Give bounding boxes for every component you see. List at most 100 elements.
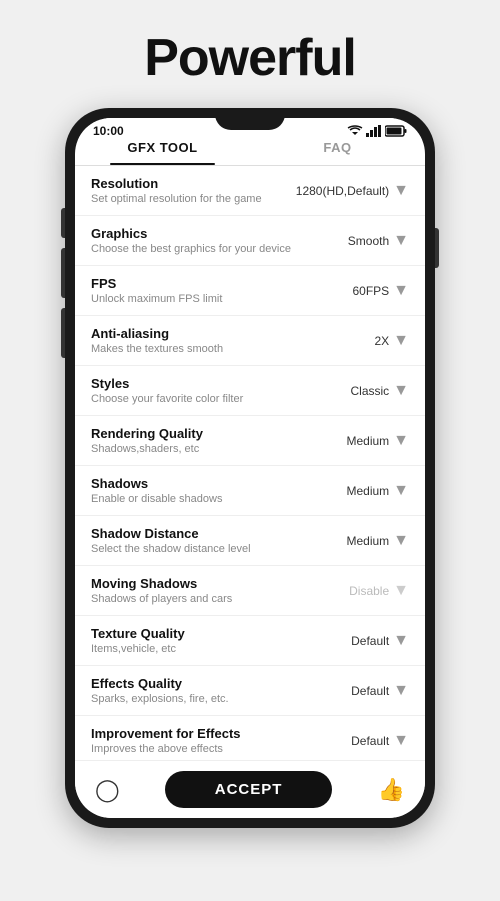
chevron-icon-styles: ▼ bbox=[393, 382, 409, 400]
setting-value-shadow-distance: Medium ▼ bbox=[346, 532, 409, 550]
setting-desc-fps: Unlock maximum FPS limit bbox=[91, 293, 344, 305]
setting-info-rendering-quality: Rendering Quality Shadows,shaders, etc bbox=[91, 426, 346, 455]
setting-desc-resolution: Set optimal resolution for the game bbox=[91, 193, 288, 205]
setting-value-improvement-effects: Default ▼ bbox=[351, 732, 409, 750]
setting-value-graphics: Smooth ▼ bbox=[348, 232, 409, 250]
setting-info-anti-aliasing: Anti-aliasing Makes the textures smooth bbox=[91, 326, 374, 355]
setting-value-text-moving-shadows: Disable bbox=[349, 584, 389, 598]
setting-info-graphics: Graphics Choose the best graphics for you… bbox=[91, 226, 348, 255]
chevron-icon-graphics: ▼ bbox=[393, 232, 409, 250]
setting-desc-improvement-effects: Improves the above effects bbox=[91, 743, 343, 755]
chevron-icon-resolution: ▼ bbox=[393, 182, 409, 200]
side-button-left-3 bbox=[61, 308, 65, 358]
setting-value-text-shadows: Medium bbox=[346, 484, 389, 498]
side-button-left-1 bbox=[61, 208, 65, 238]
setting-info-effects-quality: Effects Quality Sparks, explosions, fire,… bbox=[91, 676, 351, 705]
setting-value-text-resolution: 1280(HD,Default) bbox=[296, 184, 389, 198]
setting-desc-moving-shadows: Shadows of players and cars bbox=[91, 593, 341, 605]
setting-info-fps: FPS Unlock maximum FPS limit bbox=[91, 276, 352, 305]
setting-value-moving-shadows: Disable ▼ bbox=[349, 582, 409, 600]
setting-info-shadows: Shadows Enable or disable shadows bbox=[91, 476, 346, 505]
chevron-icon-moving-shadows: ▼ bbox=[393, 582, 409, 600]
setting-desc-styles: Choose your favorite color filter bbox=[91, 393, 342, 405]
setting-value-text-anti-aliasing: 2X bbox=[374, 334, 389, 348]
setting-desc-graphics: Choose the best graphics for your device bbox=[91, 243, 340, 255]
setting-desc-anti-aliasing: Makes the textures smooth bbox=[91, 343, 366, 355]
setting-desc-shadow-distance: Select the shadow distance level bbox=[91, 543, 338, 555]
setting-value-text-texture-quality: Default bbox=[351, 634, 389, 648]
chevron-icon-effects-quality: ▼ bbox=[393, 682, 409, 700]
setting-value-text-rendering-quality: Medium bbox=[346, 434, 389, 448]
setting-row-shadow-distance[interactable]: Shadow Distance Select the shadow distanc… bbox=[75, 516, 425, 566]
setting-title-shadows: Shadows bbox=[91, 476, 338, 491]
chevron-icon-texture-quality: ▼ bbox=[393, 632, 409, 650]
setting-desc-texture-quality: Items,vehicle, etc bbox=[91, 643, 343, 655]
setting-value-anti-aliasing: 2X ▼ bbox=[374, 332, 409, 350]
setting-title-fps: FPS bbox=[91, 276, 344, 291]
setting-value-styles: Classic ▼ bbox=[350, 382, 409, 400]
instagram-icon[interactable]: ◯ bbox=[95, 777, 120, 803]
setting-title-graphics: Graphics bbox=[91, 226, 340, 241]
chevron-icon-improvement-effects: ▼ bbox=[393, 732, 409, 750]
phone-frame: 10:00 bbox=[65, 108, 435, 828]
tabs-bar: GFX TOOL FAQ bbox=[75, 130, 425, 166]
setting-value-rendering-quality: Medium ▼ bbox=[346, 432, 409, 450]
setting-value-text-styles: Classic bbox=[350, 384, 389, 398]
side-button-left-2 bbox=[61, 248, 65, 298]
setting-value-text-effects-quality: Default bbox=[351, 684, 389, 698]
setting-row-texture-quality[interactable]: Texture Quality Items,vehicle, etc Default… bbox=[75, 616, 425, 666]
setting-info-styles: Styles Choose your favorite color filter bbox=[91, 376, 350, 405]
setting-row-graphics[interactable]: Graphics Choose the best graphics for you… bbox=[75, 216, 425, 266]
setting-title-moving-shadows: Moving Shadows bbox=[91, 576, 341, 591]
setting-title-rendering-quality: Rendering Quality bbox=[91, 426, 338, 441]
setting-info-shadow-distance: Shadow Distance Select the shadow distanc… bbox=[91, 526, 346, 555]
setting-title-shadow-distance: Shadow Distance bbox=[91, 526, 338, 541]
setting-info-resolution: Resolution Set optimal resolution for the… bbox=[91, 176, 296, 205]
setting-title-improvement-effects: Improvement for Effects bbox=[91, 726, 343, 741]
setting-title-effects-quality: Effects Quality bbox=[91, 676, 343, 691]
setting-value-resolution: 1280(HD,Default) ▼ bbox=[296, 182, 409, 200]
setting-row-anti-aliasing[interactable]: Anti-aliasing Makes the textures smooth 2X… bbox=[75, 316, 425, 366]
tab-gfx-tool[interactable]: GFX TOOL bbox=[75, 130, 250, 165]
notch bbox=[215, 118, 285, 130]
setting-row-styles[interactable]: Styles Choose your favorite color filter C… bbox=[75, 366, 425, 416]
setting-value-shadows: Medium ▼ bbox=[346, 482, 409, 500]
chevron-icon-shadow-distance: ▼ bbox=[393, 532, 409, 550]
setting-value-texture-quality: Default ▼ bbox=[351, 632, 409, 650]
thumbs-up-icon[interactable]: 👍 bbox=[378, 777, 405, 803]
setting-row-shadows[interactable]: Shadows Enable or disable shadows Medium ▼ bbox=[75, 466, 425, 516]
setting-value-text-shadow-distance: Medium bbox=[346, 534, 389, 548]
chevron-icon-fps: ▼ bbox=[393, 282, 409, 300]
setting-title-texture-quality: Texture Quality bbox=[91, 626, 343, 641]
setting-row-rendering-quality[interactable]: Rendering Quality Shadows,shaders, etc Med… bbox=[75, 416, 425, 466]
setting-value-text-improvement-effects: Default bbox=[351, 734, 389, 748]
settings-list: Resolution Set optimal resolution for the… bbox=[75, 166, 425, 760]
setting-value-text-fps: 60FPS bbox=[352, 284, 389, 298]
chevron-icon-anti-aliasing: ▼ bbox=[393, 332, 409, 350]
setting-title-styles: Styles bbox=[91, 376, 342, 391]
setting-desc-shadows: Enable or disable shadows bbox=[91, 493, 338, 505]
setting-row-improvement-effects[interactable]: Improvement for Effects Improves the abov… bbox=[75, 716, 425, 760]
setting-value-fps: 60FPS ▼ bbox=[352, 282, 409, 300]
setting-title-resolution: Resolution bbox=[91, 176, 288, 191]
setting-value-text-graphics: Smooth bbox=[348, 234, 389, 248]
bottom-bar: ◯ ACCEPT 👍 bbox=[75, 760, 425, 818]
setting-value-effects-quality: Default ▼ bbox=[351, 682, 409, 700]
setting-info-texture-quality: Texture Quality Items,vehicle, etc bbox=[91, 626, 351, 655]
page-title: Powerful bbox=[144, 28, 356, 88]
setting-row-moving-shadows[interactable]: Moving Shadows Shadows of players and car… bbox=[75, 566, 425, 616]
chevron-icon-shadows: ▼ bbox=[393, 482, 409, 500]
phone-screen: 10:00 bbox=[75, 118, 425, 818]
chevron-icon-rendering-quality: ▼ bbox=[393, 432, 409, 450]
side-button-right bbox=[435, 228, 439, 268]
setting-desc-effects-quality: Sparks, explosions, fire, etc. bbox=[91, 693, 343, 705]
tab-faq[interactable]: FAQ bbox=[250, 130, 425, 165]
setting-title-anti-aliasing: Anti-aliasing bbox=[91, 326, 366, 341]
setting-info-improvement-effects: Improvement for Effects Improves the abov… bbox=[91, 726, 351, 755]
setting-row-effects-quality[interactable]: Effects Quality Sparks, explosions, fire,… bbox=[75, 666, 425, 716]
accept-button[interactable]: ACCEPT bbox=[165, 771, 333, 808]
setting-info-moving-shadows: Moving Shadows Shadows of players and car… bbox=[91, 576, 349, 605]
setting-row-resolution[interactable]: Resolution Set optimal resolution for the… bbox=[75, 166, 425, 216]
setting-row-fps[interactable]: FPS Unlock maximum FPS limit 60FPS ▼ bbox=[75, 266, 425, 316]
setting-desc-rendering-quality: Shadows,shaders, etc bbox=[91, 443, 338, 455]
